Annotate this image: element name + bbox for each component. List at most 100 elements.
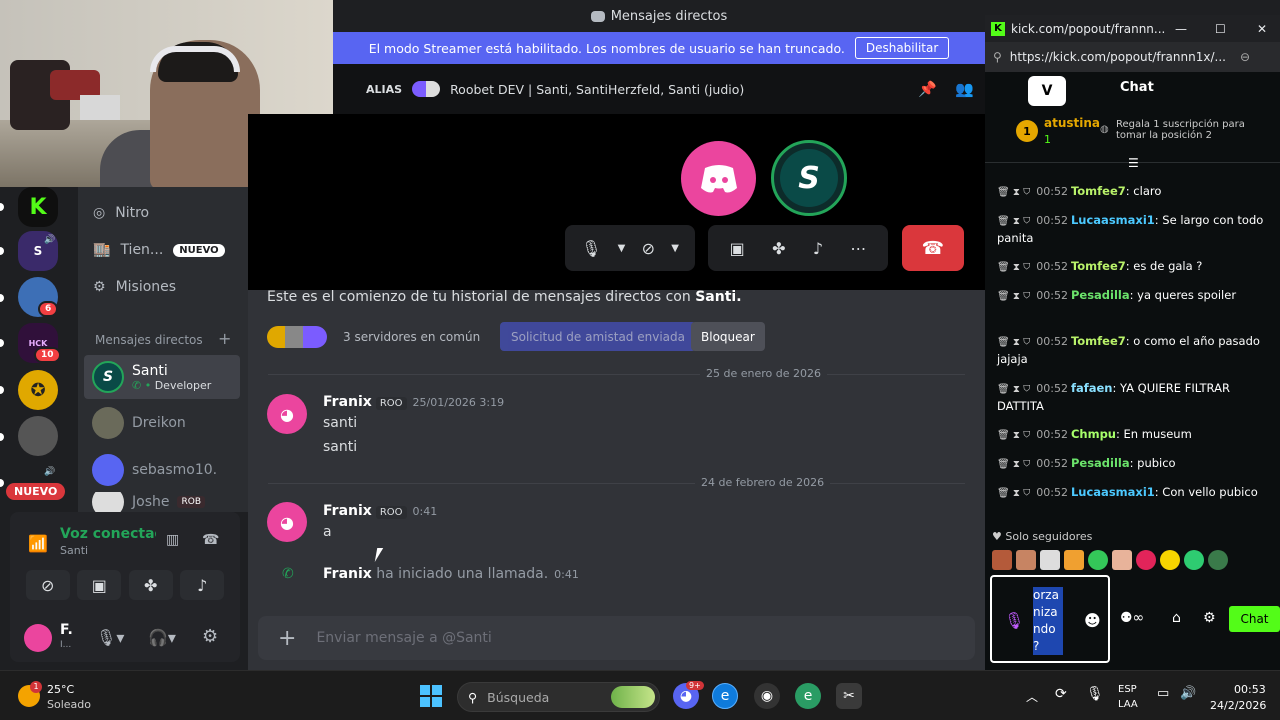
weather-temp[interactable]: 25°C: [47, 683, 74, 696]
kick-logo[interactable]: V: [1028, 76, 1066, 106]
call-author[interactable]: Franix: [323, 566, 372, 582]
nav-nitro[interactable]: ◎ Nitro: [93, 205, 149, 221]
microphone-icon[interactable]: 🎙▾: [96, 628, 124, 647]
emote-icon[interactable]: [1088, 550, 1108, 570]
nav-quests[interactable]: ⚙ Misiones: [93, 279, 176, 295]
message-author[interactable]: Franix: [323, 394, 372, 410]
mod-actions-icon[interactable]: 🗑 ⧗ ⛉: [997, 291, 1030, 302]
new-badge[interactable]: NUEVO: [6, 483, 66, 500]
clock-time[interactable]: 00:53: [1234, 683, 1266, 696]
mod-actions-icon[interactable]: 🗑 ⧗ ⛉: [997, 216, 1030, 227]
edge-dev-taskbar-icon[interactable]: e: [795, 683, 821, 709]
top-gifter-name[interactable]: atustina: [1044, 116, 1100, 130]
voice-channel[interactable]: Santi: [60, 544, 88, 557]
friend-request-button[interactable]: Solicitud de amistad enviada: [500, 322, 696, 351]
dm-item-joshe[interactable]: Joshe ROB: [84, 492, 240, 512]
kick-chat-input[interactable]: 🎙 orza niza ndo ? ☻: [990, 575, 1110, 663]
activities-icon[interactable]: ✤: [772, 239, 785, 258]
chevron-down-icon[interactable]: ▼: [618, 243, 626, 254]
mod-actions-icon[interactable]: 🗑 ⧗ ⛉: [997, 262, 1030, 273]
emote-icon[interactable]: [1112, 550, 1132, 570]
mod-actions-icon[interactable]: 🗑 ⧗ ⛉: [997, 430, 1030, 441]
chat-menu-icon[interactable]: ☰: [1128, 156, 1139, 170]
screen-share-icon[interactable]: ▣: [730, 239, 745, 258]
emote-icon[interactable]: [1184, 550, 1204, 570]
volume-icon[interactable]: 🔊: [1180, 686, 1196, 701]
message-input[interactable]: Enviar mensaje a @Santi: [316, 630, 491, 646]
language-indicator[interactable]: ESP: [1118, 684, 1137, 695]
microphone-icon[interactable]: 🎙: [581, 239, 601, 258]
emote-icon[interactable]: [1040, 550, 1060, 570]
kick-message-user[interactable]: Pesadilla: [1071, 288, 1130, 302]
kick-message-user[interactable]: Pesadilla: [1071, 456, 1130, 470]
gift-prompt[interactable]: Regala 1 suscripción para tomar la posic…: [1116, 119, 1276, 141]
kick-message-user[interactable]: Lucaasmaxi1: [1071, 485, 1155, 499]
dm-item-santi[interactable]: S Santi ✆ • Developer: [84, 355, 240, 399]
sync-icon[interactable]: ⟳: [1055, 686, 1067, 702]
user-avatar[interactable]: [24, 624, 52, 652]
block-button[interactable]: Bloquear: [691, 322, 765, 351]
start-icon[interactable]: [420, 685, 442, 707]
maximize-icon[interactable]: ☐: [1215, 22, 1226, 36]
disable-streamer-button[interactable]: Deshabilitar: [854, 37, 950, 59]
settings-icon[interactable]: ⚙: [202, 626, 218, 647]
weather-desc[interactable]: Soleado: [47, 698, 91, 711]
obs-taskbar-icon[interactable]: ◉: [754, 683, 780, 709]
camera-off-icon[interactable]: ⊘: [25, 570, 70, 600]
pin-icon[interactable]: 📌: [918, 80, 937, 98]
message-author[interactable]: Franix: [323, 503, 372, 519]
disconnect-icon[interactable]: ☎: [202, 532, 219, 548]
message-avatar[interactable]: ◕: [267, 502, 307, 542]
kick-settings-icon[interactable]: ⚙: [1203, 610, 1216, 626]
kick-message-user[interactable]: Chmpu: [1071, 427, 1116, 441]
dm-item-dreikon[interactable]: Dreikon: [84, 403, 240, 443]
emote-icon[interactable]: [1064, 550, 1084, 570]
soundboard-icon[interactable]: ♪: [813, 239, 823, 258]
kick-message-user[interactable]: fafaen: [1071, 381, 1113, 395]
language-layout[interactable]: LAA: [1118, 699, 1138, 710]
voice-status[interactable]: Voz conectada: [60, 526, 156, 542]
clock-date[interactable]: 24/2/2026: [1210, 699, 1266, 712]
camera-off-icon[interactable]: ⊘: [642, 239, 655, 258]
mod-actions-icon[interactable]: 🗑 ⧗ ⛉: [997, 384, 1030, 395]
dm-item-sebasmo[interactable]: sebasmo10.: [84, 450, 240, 490]
activities-icon[interactable]: ✤: [128, 570, 173, 600]
create-dm-icon[interactable]: +: [218, 329, 231, 348]
mod-actions-icon[interactable]: 🗑 ⧗ ⛉: [997, 187, 1030, 198]
site-info-icon[interactable]: ⚲: [993, 50, 1002, 64]
snip-taskbar-icon[interactable]: ✂: [836, 683, 862, 709]
emote-icon[interactable]: [1160, 550, 1180, 570]
chevron-up-icon[interactable]: ︿: [1026, 688, 1038, 705]
emote-icon[interactable]: [1136, 550, 1156, 570]
kick-message-user[interactable]: Tomfee7: [1071, 334, 1126, 348]
kick-send-button[interactable]: Chat: [1229, 606, 1280, 632]
mic-tray-icon[interactable]: 🎙: [1086, 686, 1104, 702]
soundboard-icon[interactable]: ♪: [180, 570, 225, 600]
store-icon[interactable]: ⌂: [1172, 610, 1181, 626]
mod-actions-icon[interactable]: 🗑 ⧗ ⛉: [997, 337, 1030, 348]
add-attachment-icon[interactable]: +: [278, 626, 296, 651]
screen-share-icon[interactable]: ▣: [77, 570, 122, 600]
zoom-icon[interactable]: ⊖: [1240, 50, 1250, 64]
minimize-icon[interactable]: —: [1175, 22, 1187, 36]
server-gold[interactable]: ✪: [18, 370, 58, 410]
edge-taskbar-icon[interactable]: e: [712, 683, 738, 709]
close-icon[interactable]: ✕: [1257, 22, 1267, 36]
microphone-icon[interactable]: 🎙: [1004, 611, 1024, 630]
chevron-down-icon[interactable]: ▼: [671, 243, 679, 254]
emoji-icon[interactable]: ☻: [1084, 611, 1101, 630]
noise-suppression-icon[interactable]: ▥: [166, 532, 179, 548]
mod-actions-icon[interactable]: 🗑 ⧗ ⛉: [997, 459, 1030, 470]
emote-icon[interactable]: [1016, 550, 1036, 570]
kick-url[interactable]: https://kick.com/popout/frannn1x/...: [1010, 50, 1226, 64]
emote-icon[interactable]: [1208, 550, 1228, 570]
hangup-button[interactable]: ☎: [902, 225, 964, 271]
server-kick[interactable]: K: [18, 187, 58, 227]
message-avatar[interactable]: ◕: [267, 394, 307, 434]
emote-icon[interactable]: [992, 550, 1012, 570]
kick-input-text[interactable]: orza niza ndo ?: [1033, 587, 1063, 655]
kick-message-user[interactable]: Lucaasmaxi1: [1071, 213, 1155, 227]
points-icon[interactable]: ⚉∞: [1120, 610, 1144, 626]
mutual-servers[interactable]: 3 servidores en común: [343, 330, 480, 344]
more-icon[interactable]: ⋯: [850, 239, 866, 258]
